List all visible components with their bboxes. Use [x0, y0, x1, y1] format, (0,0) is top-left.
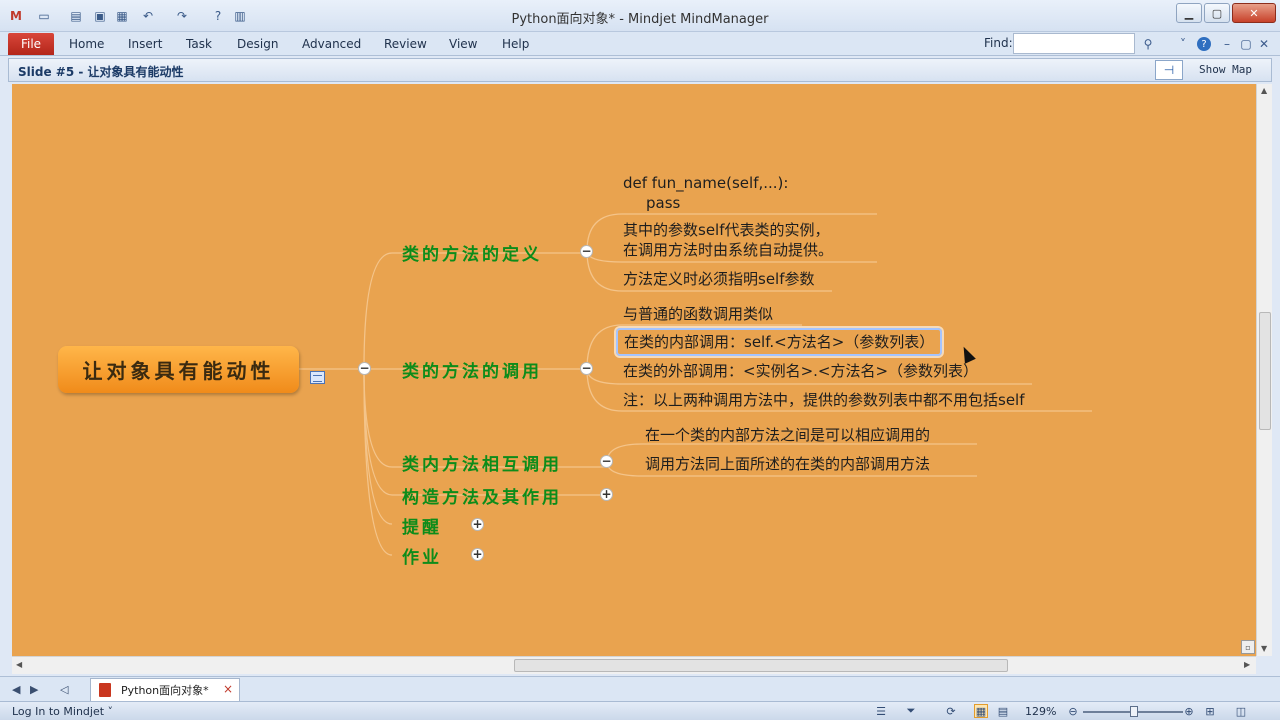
tab-task[interactable]: Task: [186, 37, 212, 51]
subtopic-mutual-call-2[interactable]: 调用方法同上面所述的在类的内部调用方法: [645, 454, 930, 474]
topic-constructor[interactable]: 构造方法及其作用: [402, 483, 562, 508]
outline-view-icon[interactable]: ☰: [874, 704, 888, 718]
subtopic-mutual-call-1[interactable]: 在一个类的内部方法之间是可以相应调用的: [645, 425, 930, 445]
scroll-up-icon[interactable]: ▲: [1261, 86, 1267, 95]
document-tab[interactable]: Python面向对象* ×: [90, 678, 240, 701]
restore-doc-icon[interactable]: –: [1219, 36, 1235, 52]
tab-file[interactable]: File: [8, 33, 54, 55]
document-tab-label: Python面向对象*: [121, 684, 209, 697]
zoom-in-icon[interactable]: ⊕: [1182, 704, 1196, 718]
subtopic-def-signature[interactable]: def fun_name(self,...):: [623, 173, 788, 193]
topic-4-expand-toggle[interactable]: +: [600, 488, 613, 501]
ribbon-tab-row: File Home Insert Task Design Advanced Re…: [0, 32, 1280, 56]
login-menu[interactable]: Log In to Mindjet ˅: [12, 705, 113, 718]
subtopic-like-function[interactable]: 与普通的函数调用类似: [623, 304, 773, 324]
topic-1-collapse-toggle[interactable]: −: [580, 245, 593, 258]
nav-back-icon[interactable]: ◀: [12, 683, 20, 696]
central-collapse-toggle[interactable]: −: [358, 362, 371, 375]
help-icon[interactable]: ?: [1197, 37, 1211, 51]
status-bar: Log In to Mindjet ˅ ☰ ⏷ ⟳ ▦ ▤ 129% ⊖ ⊕ ⊞…: [0, 701, 1280, 720]
subtopic-self-meaning-2[interactable]: 在调用方法时由系统自动提供。: [623, 240, 833, 260]
topic-5-expand-toggle[interactable]: +: [471, 518, 484, 531]
tab-insert[interactable]: Insert: [128, 37, 162, 51]
topic-3-collapse-toggle[interactable]: −: [600, 455, 613, 468]
zoom-slider-thumb[interactable]: [1130, 706, 1138, 717]
map-canvas[interactable]: 让对象具有能动性 − 类的方法的定义 − def fun_name(self,.…: [12, 84, 1256, 656]
fit-to-window-icon[interactable]: ⊞: [1203, 704, 1217, 718]
slide-title: Slide #5 - 让对象具有能动性: [18, 65, 184, 79]
show-map-button[interactable]: Show Map: [1199, 63, 1252, 76]
slide-header: Slide #5 - 让对象具有能动性 ⊣ Show Map: [8, 58, 1272, 82]
topic-reminder[interactable]: 提醒: [402, 513, 442, 538]
central-topic[interactable]: 让对象具有能动性: [58, 346, 299, 393]
topic-mutual-call[interactable]: 类内方法相互调用: [402, 450, 562, 475]
topic-2-collapse-toggle[interactable]: −: [580, 362, 593, 375]
tab-view[interactable]: View: [449, 37, 477, 51]
topic-6-expand-toggle[interactable]: +: [471, 548, 484, 561]
horizontal-scroll-thumb[interactable]: [514, 659, 1008, 672]
pin-icon[interactable]: ⊣: [1155, 60, 1183, 80]
tab-home[interactable]: Home: [69, 37, 104, 51]
document-tab-row: ◀ ▶ ◁ Python面向对象* ×: [0, 676, 1280, 701]
layout-icon[interactable]: ⟳: [944, 704, 958, 718]
scroll-right-icon[interactable]: ▶: [1244, 660, 1250, 669]
topic-method-call[interactable]: 类的方法的调用: [402, 357, 542, 382]
fit-map-icon[interactable]: ▫: [1241, 640, 1255, 654]
binoculars-icon[interactable]: ⚲: [1140, 36, 1156, 52]
zoom-out-icon[interactable]: ⊖: [1066, 704, 1080, 718]
close-tab-icon[interactable]: ×: [223, 682, 233, 696]
doc-window-icon[interactable]: ▢: [1238, 36, 1254, 52]
tab-scroll-left-icon[interactable]: ◁: [60, 683, 68, 696]
maximize-button[interactable]: ▢: [1204, 3, 1230, 23]
horizontal-scrollbar[interactable]: ◀ ▶: [12, 656, 1256, 674]
topic-homework[interactable]: 作业: [402, 543, 442, 568]
subtopic-external-call[interactable]: 在类的外部调用：<实例名>.<方法名>（参数列表）: [623, 361, 978, 381]
title-bar: M ▭ ▤ ▣ ▦ ↶ ↷ ? ▥ Python面向对象* - Mindjet …: [0, 0, 1280, 32]
subtopic-self-required[interactable]: 方法定义时必须指明self参数: [623, 269, 815, 289]
close-doc-icon[interactable]: ✕: [1256, 36, 1272, 52]
tab-design[interactable]: Design: [237, 37, 278, 51]
split-view-icon[interactable]: ◫: [1234, 704, 1248, 718]
subtopic-pass[interactable]: pass: [646, 193, 680, 213]
find-label: Find:: [984, 36, 1013, 50]
tab-review[interactable]: Review: [384, 37, 427, 51]
vertical-scrollbar[interactable]: ▲ ▼: [1256, 84, 1272, 656]
nav-forward-icon[interactable]: ▶: [30, 683, 38, 696]
subtopic-self-note[interactable]: 注：以上两种调用方法中，提供的参数列表中都不用包括self: [623, 390, 1025, 410]
notes-icon[interactable]: [310, 371, 325, 384]
vertical-scroll-thumb[interactable]: [1259, 312, 1271, 430]
subtopic-internal-call[interactable]: 在类的内部调用：self.<方法名>（参数列表）: [616, 328, 943, 356]
find-input[interactable]: [1013, 33, 1135, 54]
window-title: Python面向对象* - Mindjet MindManager: [511, 12, 769, 27]
scroll-down-icon[interactable]: ▼: [1261, 644, 1267, 653]
zoom-level: 129%: [1025, 705, 1057, 718]
scroll-left-icon[interactable]: ◀: [16, 660, 22, 669]
ribbon-collapse-icon[interactable]: ˅: [1175, 36, 1191, 52]
mindmap-document-icon: [99, 683, 111, 697]
subtopic-self-meaning-1[interactable]: 其中的参数self代表类的实例，: [623, 220, 830, 240]
gantt-view-icon[interactable]: ▤: [996, 704, 1010, 718]
topic-method-definition[interactable]: 类的方法的定义: [402, 240, 542, 265]
map-view-icon[interactable]: ▦: [974, 704, 988, 718]
filter-icon[interactable]: ⏷: [904, 704, 918, 718]
minimize-button[interactable]: ▁: [1176, 3, 1202, 23]
tab-help[interactable]: Help: [502, 37, 529, 51]
tab-advanced[interactable]: Advanced: [302, 37, 361, 51]
close-button[interactable]: ✕: [1232, 3, 1276, 23]
